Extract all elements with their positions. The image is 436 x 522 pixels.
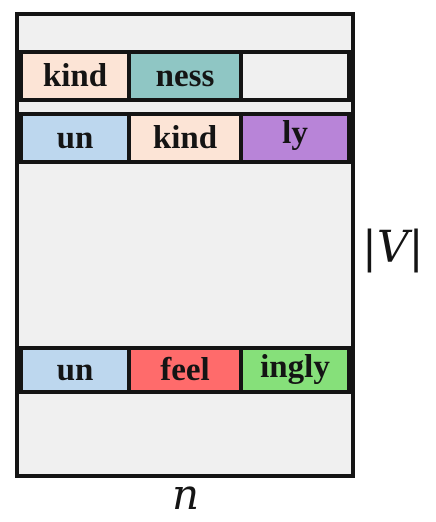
token-label: kind: [42, 57, 108, 94]
width-label: n: [172, 470, 200, 519]
token-ly: ly: [239, 112, 351, 164]
token-feel: feel: [127, 346, 243, 394]
token-label: feel: [160, 351, 210, 388]
token-un: un: [19, 346, 131, 394]
token-label: ingly: [260, 349, 330, 385]
token-label: ness: [155, 57, 215, 94]
token-empty: [239, 50, 351, 102]
token-kind: kind: [19, 50, 131, 102]
token-label: ly: [282, 115, 308, 151]
token-label: kind: [152, 119, 218, 156]
vocab-size-label: |V|: [362, 222, 424, 273]
embedding-matrix: kind ness un kind ly un feel ingly: [15, 12, 355, 478]
token-kind: kind: [127, 112, 243, 164]
token-ness: ness: [127, 50, 243, 102]
token-label: un: [56, 351, 94, 388]
token-un: un: [19, 112, 131, 164]
token-ingly: ingly: [239, 346, 351, 394]
token-label: un: [56, 119, 94, 156]
